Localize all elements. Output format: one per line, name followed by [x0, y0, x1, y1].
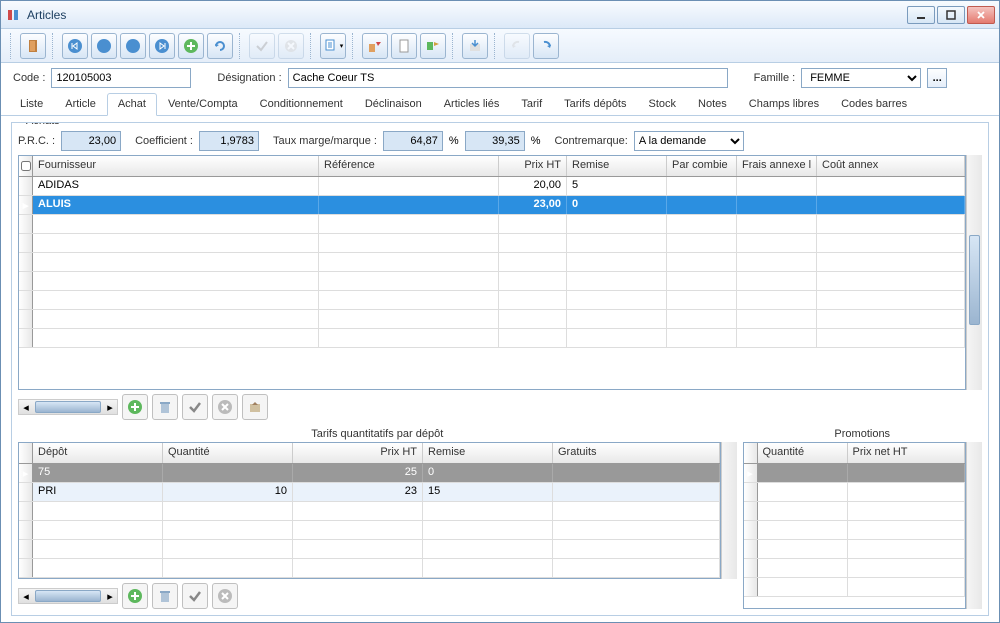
tarif-delete-button[interactable] [152, 583, 178, 609]
titlebar: Articles [1, 1, 999, 29]
taux-label: Taux marge/marque : [273, 135, 377, 147]
main-toolbar: ▾ [1, 29, 999, 63]
contremarque-label: Contremarque: [554, 135, 627, 147]
prc-input[interactable] [61, 131, 121, 151]
code-label: Code : [13, 72, 45, 84]
table-row[interactable] [19, 291, 965, 310]
calc-row: P.R.C. : Coefficient : Taux marge/marque… [18, 131, 982, 151]
last-record-button[interactable] [149, 33, 175, 59]
doc-dropdown-button[interactable]: ▾ [320, 33, 346, 59]
row-cancel-button[interactable] [212, 394, 238, 420]
tabs: ListeArticleAchatVente/ComptaConditionne… [1, 93, 999, 116]
famille-more-button[interactable]: ... [927, 68, 947, 88]
tarif-add-button[interactable] [122, 583, 148, 609]
form-row: Code : Désignation : Famille : FEMME ... [1, 63, 999, 93]
minimize-button[interactable] [907, 6, 935, 24]
achats-legend: Achats [22, 122, 64, 127]
table-row[interactable]: PRI102315 [19, 483, 720, 502]
export2-button[interactable] [420, 33, 446, 59]
table-row[interactable] [19, 272, 965, 291]
redo-button[interactable] [533, 33, 559, 59]
hscroll[interactable]: ◂ ▸ [18, 399, 118, 415]
import-button[interactable] [462, 33, 488, 59]
tab-champslibres[interactable]: Champs libres [738, 93, 830, 115]
tab-conditionnement[interactable]: Conditionnement [249, 93, 354, 115]
table-row[interactable] [19, 559, 720, 578]
tab-articleslis[interactable]: Articles liés [433, 93, 511, 115]
table-row[interactable] [19, 329, 965, 348]
first-record-button[interactable] [62, 33, 88, 59]
famille-label: Famille : [754, 72, 796, 84]
app-icon [5, 7, 21, 23]
tarifs-vscroll[interactable] [721, 442, 737, 579]
pct1: % [449, 135, 459, 147]
table-row[interactable] [19, 215, 965, 234]
tarifs-hscroll[interactable]: ◂▸ [18, 588, 118, 604]
hscroll-left[interactable]: ◂ [19, 400, 33, 414]
tab-tarifsdpts[interactable]: Tarifs dépôts [553, 93, 637, 115]
promo-vscroll[interactable] [966, 442, 982, 609]
tab-codesbarres[interactable]: Codes barres [830, 93, 918, 115]
famille-select[interactable]: FEMME [801, 68, 921, 88]
table-row[interactable] [19, 253, 965, 272]
promotions-grid[interactable]: Quantité Prix net HT ▸ [743, 442, 967, 609]
tarif-cancel-button[interactable] [212, 583, 238, 609]
tarifs-grid[interactable]: Dépôt Quantité Prix HT Remise Gratuits ▸… [18, 442, 721, 579]
table-row[interactable] [19, 310, 965, 329]
next-record-button[interactable] [120, 33, 146, 59]
coeff-label: Coefficient : [135, 135, 193, 147]
row-check-button[interactable] [182, 394, 208, 420]
table-row[interactable]: ▸75250 [19, 464, 720, 483]
taux2-input[interactable] [465, 131, 525, 151]
table-row[interactable]: ▸ALUIS23,000 [19, 196, 965, 215]
table-row[interactable] [19, 521, 720, 540]
tab-achat[interactable]: Achat [107, 93, 157, 116]
export-button[interactable] [362, 33, 388, 59]
grid-checkall[interactable] [21, 161, 31, 171]
taux1-input[interactable] [383, 131, 443, 151]
cancel-button [278, 33, 304, 59]
table-row[interactable]: ADIDAS20,005 [19, 177, 965, 196]
tab-ventecompta[interactable]: Vente/Compta [157, 93, 249, 115]
table-row[interactable] [19, 502, 720, 521]
designation-label: Désignation : [217, 72, 281, 84]
tab-tarif[interactable]: Tarif [510, 93, 553, 115]
page-button[interactable] [391, 33, 417, 59]
row-add-button[interactable] [122, 394, 148, 420]
maximize-button[interactable] [937, 6, 965, 24]
coeff-input[interactable] [199, 131, 259, 151]
tarifs-title: Tarifs quantitatifs par dépôt [18, 426, 737, 442]
tab-notes[interactable]: Notes [687, 93, 738, 115]
hscroll-right[interactable]: ▸ [103, 400, 117, 414]
tab-article[interactable]: Article [54, 93, 107, 115]
designation-input[interactable] [288, 68, 728, 88]
door-icon[interactable] [20, 33, 46, 59]
add-button[interactable] [178, 33, 204, 59]
contremarque-select[interactable]: A la demande [634, 131, 744, 151]
window-title: Articles [27, 8, 907, 22]
row-delete-button[interactable] [152, 394, 178, 420]
vscroll[interactable] [966, 155, 982, 390]
table-row[interactable] [19, 540, 720, 559]
undo-button [504, 33, 530, 59]
table-row[interactable] [19, 234, 965, 253]
fournisseur-grid[interactable]: Fournisseur Référence Prix HT Remise Par… [18, 155, 966, 390]
pct2: % [531, 135, 541, 147]
code-input[interactable] [51, 68, 191, 88]
tab-liste[interactable]: Liste [9, 93, 54, 115]
promotions-title: Promotions [743, 426, 983, 442]
prev-record-button[interactable] [91, 33, 117, 59]
tarif-check-button[interactable] [182, 583, 208, 609]
close-button[interactable] [967, 6, 995, 24]
row-export-button[interactable] [242, 394, 268, 420]
refresh-button[interactable] [207, 33, 233, 59]
prc-label: P.R.C. : [18, 135, 55, 147]
tab-dclinaison[interactable]: Déclinaison [354, 93, 433, 115]
tab-stock[interactable]: Stock [638, 93, 688, 115]
check-button [249, 33, 275, 59]
